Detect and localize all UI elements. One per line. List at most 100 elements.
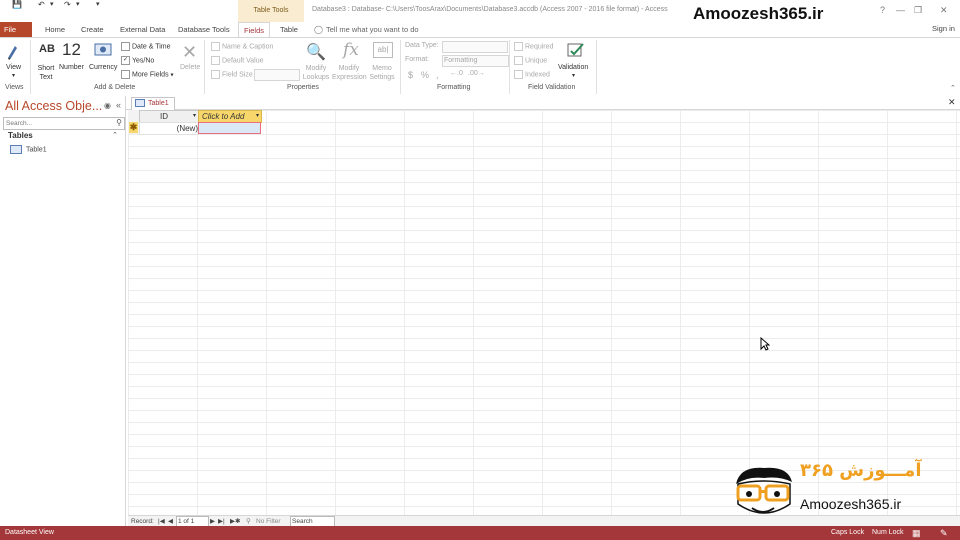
logo-latin-text: Amoozesh365.ir [800, 496, 902, 512]
first-record-icon[interactable]: |◀ [158, 517, 165, 526]
tell-me-search[interactable]: Tell me what you want to do [320, 22, 425, 37]
percent-format-icon[interactable]: % [421, 70, 429, 80]
yes-no-button[interactable]: ✓ Yes/No [121, 56, 154, 65]
nav-item-table1[interactable]: Table1 [10, 145, 47, 154]
nav-search-input[interactable] [6, 118, 106, 128]
field-size-input[interactable] [254, 69, 300, 81]
required-checkbox-box [514, 42, 523, 51]
date-time-button[interactable]: Date & Time [121, 42, 171, 51]
search-icon[interactable]: ⚲ [116, 118, 122, 127]
validation-icon[interactable] [566, 41, 586, 61]
number-icon[interactable]: 12 [62, 40, 81, 60]
redo-dropdown-icon[interactable]: ▾ [76, 0, 80, 8]
more-fields-label: More Fields [132, 71, 169, 79]
new-record-cell[interactable] [198, 122, 261, 134]
data-type-select[interactable] [442, 41, 508, 53]
required-checkbox[interactable]: Required [514, 42, 553, 51]
format-select[interactable]: Formatting [442, 55, 509, 67]
currency-button[interactable]: Currency [89, 64, 117, 71]
view-dropdown-icon[interactable]: ▾ [12, 72, 15, 79]
increase-decimals-icon[interactable]: ←.0 [450, 70, 463, 77]
minimize-icon[interactable]: — [896, 5, 905, 15]
previous-record-icon[interactable]: ◀ [168, 517, 173, 526]
name-caption-label: Name & Caption [222, 43, 274, 51]
tab-home[interactable]: Home [39, 22, 71, 37]
memo-icon[interactable]: ab| [373, 42, 393, 58]
nav-menu-icon[interactable]: ◉ [104, 101, 111, 110]
validation-button[interactable]: Validation [558, 64, 588, 71]
number-button[interactable]: Number [59, 64, 84, 71]
record-label: Record: [131, 518, 154, 525]
view-status: Datasheet View [5, 529, 54, 536]
collapse-ribbon-icon[interactable]: ⌃ [950, 84, 956, 92]
modify-lookups-icon[interactable]: 🔍 [306, 42, 326, 62]
tab-create[interactable]: Create [75, 22, 110, 37]
short-text-button[interactable]: Short Text [36, 64, 56, 82]
new-record-id-cell[interactable]: (New) [139, 122, 199, 135]
delete-button[interactable]: Delete [180, 64, 200, 71]
tab-file[interactable]: File [0, 22, 32, 37]
short-text-icon[interactable]: AB [39, 43, 55, 55]
collapse-group-icon[interactable]: ⌃ [112, 131, 118, 139]
comma-format-icon[interactable]: , [436, 70, 439, 80]
field-size-text: Field Size [222, 71, 253, 79]
table-icon [10, 145, 22, 154]
currency-format-icon[interactable]: $ [408, 70, 413, 80]
customize-qat-icon[interactable]: ▾ [96, 0, 100, 8]
indexed-checkbox[interactable]: Indexed [514, 70, 550, 79]
save-icon[interactable]: 💾 [12, 0, 22, 9]
tab-table[interactable]: Table [274, 22, 304, 37]
sign-in-link[interactable]: Sign in [932, 24, 955, 33]
nav-pane-title[interactable]: All Access Obje... [5, 99, 102, 113]
close-document-icon[interactable]: ✕ [948, 97, 956, 108]
datasheet-grid[interactable] [128, 110, 960, 515]
modify-expression-button[interactable]: Modify Expression [332, 64, 367, 82]
last-record-icon[interactable]: ▶| [218, 517, 225, 526]
document-tab-table1[interactable]: Table1 [131, 97, 175, 110]
view-icon[interactable] [5, 42, 25, 62]
default-value-button[interactable]: Default Value [211, 56, 264, 65]
default-value-label: Default Value [222, 57, 264, 65]
group-divider [596, 40, 597, 94]
new-blank-record-icon[interactable]: ▶✱ [230, 517, 240, 526]
new-record-icon[interactable]: ✱ [129, 122, 138, 133]
mouse-cursor-icon [760, 336, 771, 353]
tab-external-data[interactable]: External Data [114, 22, 171, 37]
click-to-add-label: Click to Add [202, 112, 245, 121]
chevron-down-icon[interactable]: ▾ [256, 111, 259, 122]
nav-group-tables[interactable]: Tables [8, 131, 33, 140]
navigation-pane [0, 96, 126, 526]
redo-icon[interactable]: ↷ [64, 0, 71, 9]
indexed-checkbox-box [514, 70, 523, 79]
chevron-down-icon[interactable]: ▾ [193, 111, 196, 122]
help-icon[interactable]: ? [880, 5, 885, 15]
name-caption-button[interactable]: Name & Caption [211, 42, 273, 51]
undo-dropdown-icon[interactable]: ▾ [50, 0, 54, 8]
memo-settings-button[interactable]: Memo Settings [367, 64, 397, 82]
datasheet-view-icon[interactable]: ▦ [912, 528, 921, 539]
view-button[interactable]: View [6, 64, 21, 71]
next-record-icon[interactable]: ▶ [210, 517, 215, 526]
more-fields-button[interactable]: More Fields ▾ [121, 70, 174, 79]
column-header-id-label: ID [160, 112, 168, 121]
unique-checkbox[interactable]: Unique [514, 56, 547, 65]
group-divider [30, 40, 31, 94]
validation-dropdown-icon[interactable]: ▾ [572, 72, 575, 79]
currency-icon[interactable] [94, 42, 112, 58]
restore-icon[interactable]: ❐ [914, 5, 922, 16]
filter-status[interactable]: No Filter [256, 517, 281, 526]
caps-lock-indicator: Caps Lock [831, 529, 865, 536]
undo-icon[interactable]: ↶ [38, 0, 45, 9]
design-view-icon[interactable]: ✎ [940, 528, 948, 539]
tab-fields[interactable]: Fields [238, 22, 270, 38]
tab-database-tools[interactable]: Database Tools [172, 22, 236, 37]
name-caption-icon [211, 42, 220, 51]
modify-lookups-button[interactable]: Modify Lookups [302, 64, 330, 82]
close-window-icon[interactable]: ✕ [940, 5, 948, 16]
function-icon[interactable]: fx [343, 40, 359, 60]
group-label-properties: Properties [287, 84, 319, 91]
delete-icon[interactable]: ✕ [182, 42, 197, 63]
decrease-decimals-icon[interactable]: .00→ [468, 70, 485, 77]
default-value-icon [211, 56, 220, 65]
shutter-bar-icon[interactable]: « [116, 100, 121, 110]
